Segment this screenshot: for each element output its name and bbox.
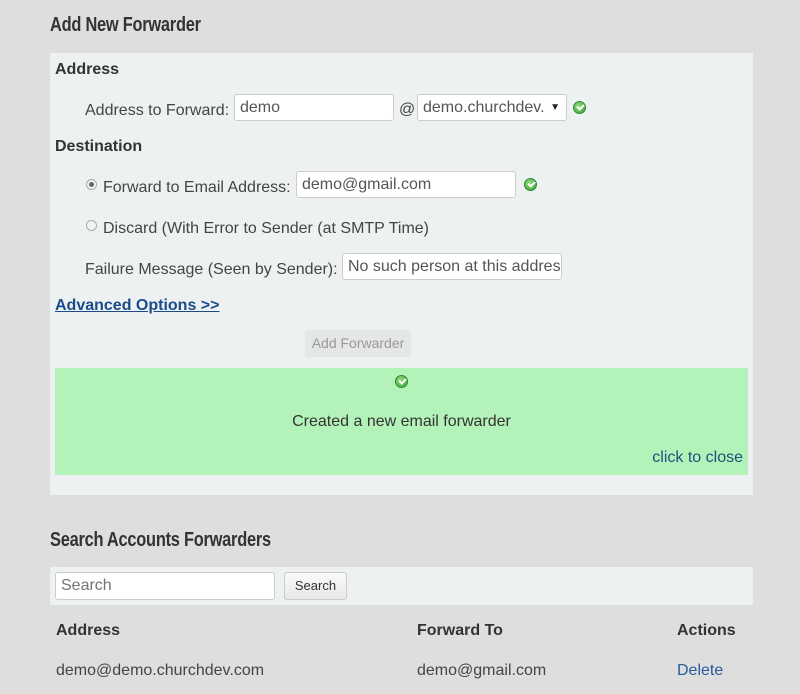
- forward-radio[interactable]: [86, 179, 97, 190]
- domain-select[interactable]: demo.churchdev. ▼: [417, 94, 567, 121]
- success-message: Created a new email forwarder: [292, 413, 511, 430]
- discard-radio[interactable]: [86, 220, 97, 231]
- search-button[interactable]: Search: [284, 572, 347, 600]
- valid-check-icon: [524, 178, 537, 191]
- address-to-forward-label: Address to Forward:: [85, 102, 230, 119]
- failure-message-label: Failure Message (Seen by Sender):: [85, 261, 338, 278]
- column-header-address: Address: [56, 622, 121, 639]
- column-header-actions: Actions: [677, 622, 736, 639]
- row-address: demo@demo.churchdev.com: [56, 662, 265, 679]
- search-forwarders-heading: Search Accounts Forwarders: [50, 529, 271, 551]
- column-header-forward-to: Forward To: [417, 622, 503, 639]
- success-notice: Created a new email forwarder click to c…: [55, 368, 748, 475]
- address-section-label: Address: [55, 61, 120, 78]
- at-sign: @: [399, 101, 416, 118]
- address-to-forward-input[interactable]: demo: [234, 94, 394, 121]
- forward-option-label[interactable]: Forward to Email Address:: [103, 179, 291, 197]
- close-notice-link[interactable]: click to close: [652, 449, 743, 467]
- success-check-icon: [395, 375, 408, 388]
- valid-check-icon: [573, 101, 586, 114]
- add-forwarder-button[interactable]: Add Forwarder: [305, 330, 411, 357]
- search-bar: Search: [50, 567, 753, 605]
- row-forward-to: demo@gmail.com: [417, 662, 547, 679]
- failure-message-input[interactable]: No such person at this address: [342, 253, 562, 280]
- destination-section-label: Destination: [55, 138, 143, 155]
- add-forwarder-heading: Add New Forwarder: [50, 14, 201, 36]
- search-input[interactable]: [55, 572, 275, 600]
- forward-email-input[interactable]: demo@gmail.com: [296, 171, 516, 198]
- delete-link[interactable]: Delete: [677, 662, 723, 680]
- discard-option-label[interactable]: Discard (With Error to Sender (at SMTP T…: [103, 220, 429, 238]
- chevron-down-icon: ▼: [550, 102, 560, 113]
- advanced-options-link[interactable]: Advanced Options >>: [55, 297, 219, 315]
- add-forwarder-form: Address Address to Forward: demo @ demo.…: [50, 53, 753, 495]
- domain-select-value: demo.churchdev.: [423, 99, 545, 116]
